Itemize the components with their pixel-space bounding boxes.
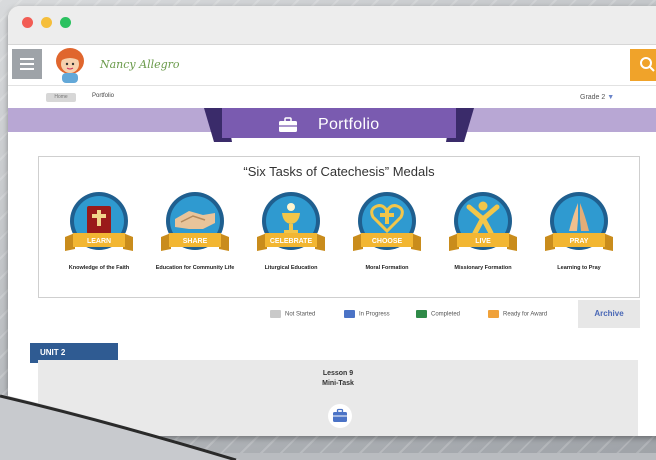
- minimize-window-button[interactable]: [41, 17, 52, 28]
- medal-caption: Missionary Formation: [454, 265, 512, 271]
- menu-icon-line: [20, 68, 34, 70]
- page-title: Portfolio: [318, 116, 380, 133]
- medal-caption: Moral Formation: [365, 265, 409, 271]
- briefcase-icon: [333, 408, 347, 422]
- medal-share[interactable]: SHARE Education for Community Life: [156, 189, 234, 289]
- legend-label: Completed: [431, 311, 461, 318]
- medals-panel: “Six Tasks of Catechesis” Medals LEARN K…: [38, 156, 640, 298]
- archive-button[interactable]: Archive: [578, 300, 640, 328]
- briefcase-icon: [344, 310, 355, 318]
- breadcrumb: Home Portfolio Grade 2 ▼: [8, 86, 656, 108]
- search-button[interactable]: [630, 49, 656, 81]
- menu-icon-line: [20, 58, 34, 60]
- medal-choose[interactable]: CHOOSE Moral Formation: [351, 189, 423, 289]
- zoom-window-button[interactable]: [60, 17, 71, 28]
- medal-caption: Liturgical Education: [264, 265, 318, 271]
- legend-label: In Progress: [359, 311, 390, 318]
- briefcase-icon: [270, 310, 281, 318]
- medal-badge-label: CHOOSE: [372, 238, 403, 245]
- medal-caption: Knowledge of the Faith: [68, 265, 130, 271]
- hamburger-menu-button[interactable]: [12, 49, 42, 79]
- legend-label: Not Started: [285, 311, 316, 318]
- lesson-title: Lesson 9: [322, 370, 354, 377]
- legend-in-progress: In Progress: [344, 310, 390, 318]
- briefcase-icon: [416, 310, 427, 318]
- medal-caption: Education for Community Life: [155, 265, 235, 271]
- breadcrumb-current: Portfolio: [92, 93, 115, 99]
- lesson-card[interactable]: Lesson 9 Mini-Task: [38, 360, 638, 436]
- breadcrumb-home[interactable]: Home: [46, 93, 76, 102]
- medal-pray[interactable]: PRAY Learning to Pray: [543, 189, 615, 289]
- close-window-button[interactable]: [22, 17, 33, 28]
- search-icon: [640, 57, 655, 72]
- medal-badge-label: LEARN: [87, 238, 111, 245]
- medal-learn[interactable]: LEARN Knowledge of the Faith: [63, 189, 135, 289]
- grade-value: Grade 2: [580, 94, 606, 101]
- medal-badge-label: CELEBRATE: [270, 238, 313, 245]
- window-titlebar: [8, 6, 656, 45]
- browser-window: Nancy Allegro Home Portfolio Grade 2 ▼ Po…: [8, 6, 656, 436]
- legend-ready-for-award: Ready for Award: [488, 310, 547, 318]
- medals-title: “Six Tasks of Catechesis” Medals: [243, 164, 435, 179]
- legend-not-started: Not Started: [270, 310, 315, 318]
- medal-celebrate[interactable]: CELEBRATE Liturgical Education: [255, 189, 327, 289]
- medal-caption: Learning to Pray: [557, 265, 601, 271]
- app-header: Nancy Allegro: [8, 45, 656, 86]
- girl-avatar-icon[interactable]: [50, 47, 90, 83]
- medal-badge-label: SHARE: [183, 238, 208, 245]
- user-name: Nancy Allegro: [100, 58, 180, 71]
- chevron-down-icon: ▼: [607, 94, 615, 101]
- legend-label: Ready for Award: [503, 311, 548, 318]
- briefcase-icon: [279, 117, 297, 132]
- menu-icon-line: [20, 63, 34, 65]
- medal-badge-label: PRAY: [570, 238, 589, 245]
- medal-live[interactable]: LIVE Missionary Formation: [447, 189, 519, 289]
- task-status-button[interactable]: [328, 404, 352, 428]
- lesson-subtitle: Mini-Task: [322, 380, 354, 387]
- grade-selector[interactable]: Grade 2 ▼: [580, 94, 614, 101]
- legend-completed: Completed: [416, 310, 460, 318]
- medal-badge-label: LIVE: [475, 238, 491, 245]
- briefcase-icon: [488, 310, 499, 318]
